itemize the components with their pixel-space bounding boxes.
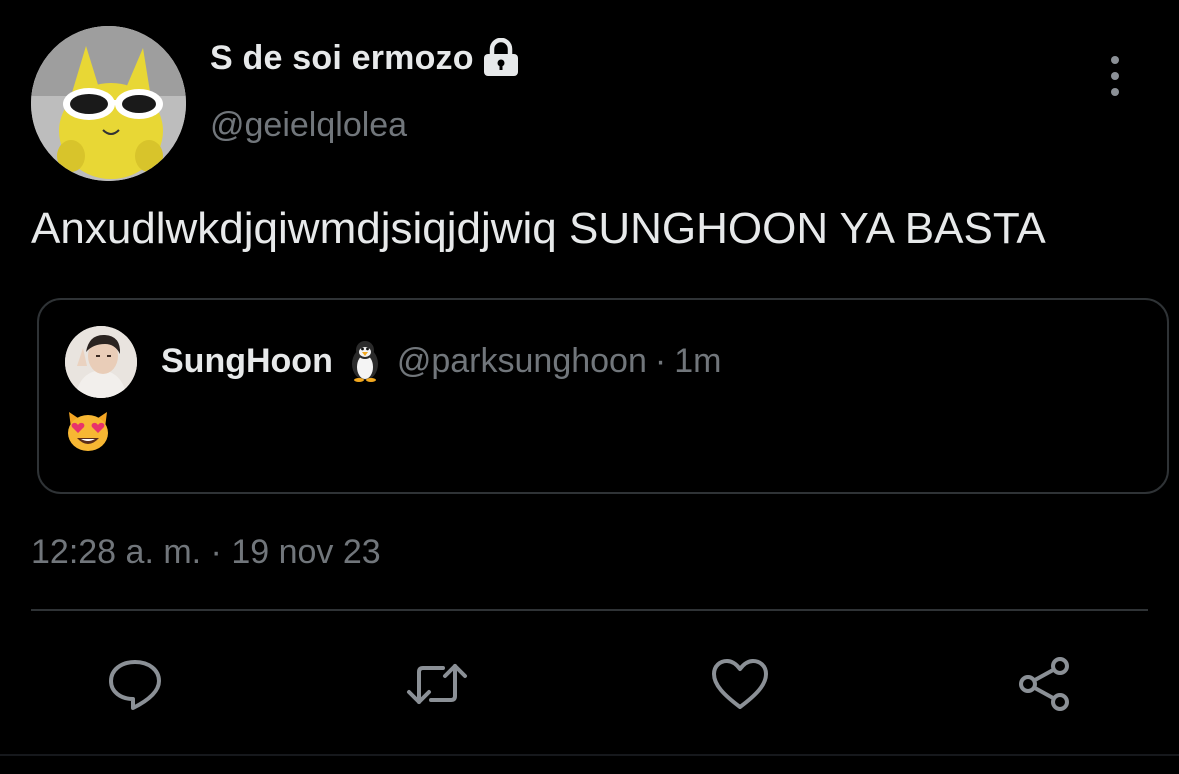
author-display-name[interactable]: S de soi ermozo	[210, 39, 474, 78]
quoted-author-avatar[interactable]	[65, 326, 137, 398]
lock-icon	[482, 38, 520, 78]
share-icon	[1014, 654, 1074, 714]
author-handle[interactable]: @geielqlolea	[210, 106, 407, 145]
retweet-button[interactable]	[405, 652, 469, 716]
quoted-handle: @parksunghoon	[396, 341, 647, 380]
more-options-icon[interactable]	[1100, 55, 1130, 97]
tweet-timestamp[interactable]: 12:28 a. m. · 19 nov 23	[31, 533, 381, 572]
quoted-time: 1m	[674, 341, 722, 380]
quoted-display-name: SungHoon	[161, 341, 333, 380]
author-name-row: S de soi ermozo	[210, 38, 520, 78]
reply-button[interactable]	[103, 652, 167, 716]
author-avatar[interactable]	[31, 26, 186, 181]
smiling-cat-heart-eyes-icon	[65, 408, 111, 454]
reply-icon	[105, 654, 165, 714]
share-button[interactable]	[1012, 652, 1076, 716]
quoted-tweet-header: SungHoon @parksunghoon · 1m	[161, 340, 721, 382]
tweet-detail: S de soi ermozo @geielqlolea Anxudlwkdjq…	[0, 0, 1179, 774]
heart-icon	[710, 657, 770, 711]
quoted-tweet-card[interactable]: SungHoon @parksunghoon · 1m	[37, 298, 1169, 494]
retweet-icon	[405, 658, 469, 710]
divider	[31, 609, 1148, 611]
tweet-text: Anxudlwkdjqiwmdjsiqjdjwiq SUNGHOON YA BA…	[31, 204, 1046, 253]
quoted-separator: ·	[654, 341, 667, 380]
penguin-icon	[347, 340, 383, 382]
like-button[interactable]	[708, 652, 772, 716]
bottom-divider	[0, 754, 1179, 756]
